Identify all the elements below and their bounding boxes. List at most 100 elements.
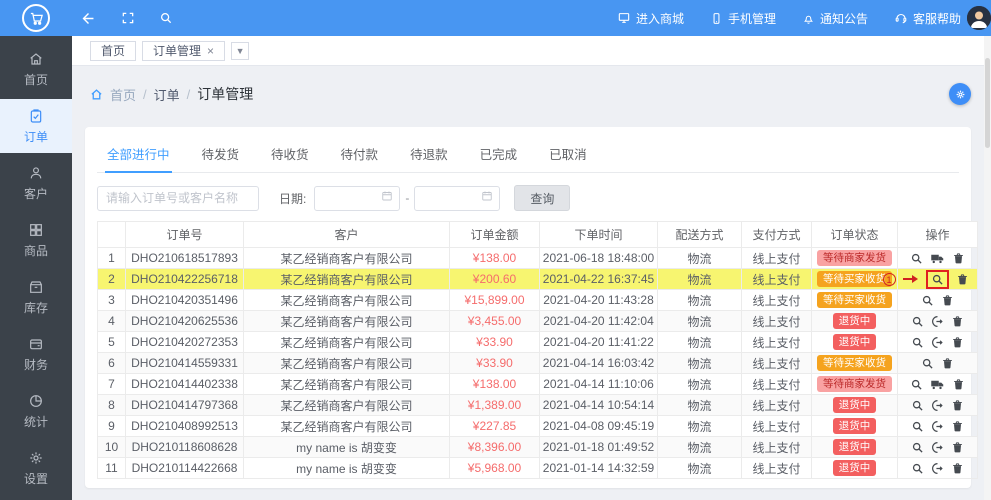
sidebar-item-label: 设置 [24,470,48,487]
delivery-method: 物流 [658,353,742,374]
sidebar-item-stats[interactable]: 统计 [0,384,72,438]
order-time: 2021-06-18 18:48:00 [540,248,658,269]
view-button-icon[interactable] [911,315,924,328]
table-row[interactable]: 6DHO210414559331某乙经销商客户有限公司¥33.902021-04… [98,353,978,374]
header-nav: 进入商城 手机管理 通知公告 客服帮助 [617,10,973,27]
customer-name: 某乙经销商客户有限公司 [244,269,450,290]
window-tab-label: 订单管理 [153,42,201,59]
customer-name: 某乙经销商客户有限公司 [244,311,450,332]
breadcrumb-home[interactable]: 首页 [110,85,136,104]
table-row[interactable]: 5DHO210420272353某乙经销商客户有限公司¥33.902021-04… [98,332,978,353]
status-cell: 退货中 [812,416,898,437]
sidebar-item-goods[interactable]: 商品 [0,213,72,267]
header-nav-shop[interactable]: 进入商城 [617,10,684,27]
return-button-icon[interactable] [931,315,944,328]
order-time: 2021-01-18 01:49:52 [540,437,658,458]
filter-tab-completed[interactable]: 已完成 [478,139,520,173]
column-header: 操作 [898,222,978,248]
ship-button-icon[interactable] [930,377,945,392]
payment-method: 线上支付 [742,269,812,290]
return-button-icon[interactable] [931,420,944,433]
table-row[interactable]: 7DHO210414402338某乙经销商客户有限公司¥138.002021-0… [98,374,978,395]
filter-tab-to-pay[interactable]: 待付款 [339,139,381,173]
payment-method: 线上支付 [742,248,812,269]
table-row[interactable]: 8DHO210414797368某乙经销商客户有限公司¥1,389.002021… [98,395,978,416]
delete-button-icon[interactable] [951,420,964,433]
delete-button-icon[interactable] [951,441,964,454]
return-button-icon[interactable] [931,462,944,475]
search-icon[interactable] [159,11,173,25]
delete-button-icon[interactable] [952,378,965,391]
view-button-icon[interactable] [911,462,924,475]
sidebar-item-home[interactable]: 首页 [0,42,72,96]
header-nav-phone[interactable]: 手机管理 [710,10,776,27]
delete-button-icon[interactable] [941,357,954,370]
filter-tab-to-receive[interactable]: 待收货 [269,139,311,173]
window-tab-order[interactable]: 订单管理 × [142,41,225,61]
table-row[interactable]: 11DHO210114422668my name is 胡变变¥5,968.00… [98,458,978,479]
table-row[interactable]: 10DHO210118608628my name is 胡变变¥8,396.00… [98,437,978,458]
query-button[interactable]: 查询 [514,185,570,211]
table-row[interactable]: 9DHO210408992513某乙经销商客户有限公司¥227.852021-0… [98,416,978,437]
delivery-method: 物流 [658,248,742,269]
filter-tab-to-ship[interactable]: 待发货 [200,139,242,173]
avatar[interactable] [967,6,991,30]
sidebar: 首页订单客户商品库存财务统计设置 [0,36,72,500]
tab-close-icon[interactable]: × [207,45,214,57]
ship-button-icon[interactable] [930,251,945,266]
breadcrumb-orders[interactable]: 订单 [154,85,180,104]
fullscreen-icon[interactable] [121,11,135,25]
breadcrumb: 首页 / 订单 / 订单管理 [72,66,991,104]
tab-dropdown-button[interactable]: ▼ [231,42,249,60]
sidebar-item-label: 订单 [24,128,48,145]
back-icon[interactable] [80,10,97,27]
view-button-icon[interactable] [931,273,944,286]
logo[interactable] [0,4,72,32]
return-button-icon[interactable] [931,441,944,454]
settings-icon [28,450,44,466]
quick-settings-button[interactable] [949,83,971,105]
sidebar-item-orders[interactable]: 订单 [0,99,72,153]
home-icon [28,51,44,67]
filter-tab-cancelled[interactable]: 已取消 [547,139,589,173]
delete-button-icon[interactable] [951,315,964,328]
table-row[interactable]: 3DHO210420351496某乙经销商客户有限公司¥15,899.00202… [98,290,978,311]
delete-button-icon[interactable] [951,399,964,412]
table-row[interactable]: 1DHO210618517893某乙经销商客户有限公司¥138.002021-0… [98,248,978,269]
top-header: 进入商城 手机管理 通知公告 客服帮助 [0,0,991,36]
delete-button-icon[interactable] [951,462,964,475]
header-nav-notice[interactable]: 通知公告 [802,10,868,27]
view-button-icon[interactable] [911,336,924,349]
sidebar-item-customers[interactable]: 客户 [0,156,72,210]
return-button-icon[interactable] [931,336,944,349]
view-button-icon[interactable] [921,294,934,307]
column-header: 订单号 [126,222,244,248]
search-input[interactable] [97,186,259,211]
view-button-icon[interactable] [910,252,923,265]
view-button-icon[interactable] [911,441,924,454]
sidebar-item-stock[interactable]: 库存 [0,270,72,324]
payment-method: 线上支付 [742,353,812,374]
view-button-icon[interactable] [911,420,924,433]
table-row[interactable]: 4DHO210420625536某乙经销商客户有限公司¥3,455.002021… [98,311,978,332]
header-nav-label: 手机管理 [728,10,776,27]
table-row[interactable]: 2DHO210422256718某乙经销商客户有限公司¥200.602021-0… [98,269,978,290]
scrollbar-thumb[interactable] [985,58,990,148]
delete-button-icon[interactable] [941,294,954,307]
payment-method: 线上支付 [742,416,812,437]
date-from-input[interactable] [314,186,400,211]
view-button-icon[interactable] [910,378,923,391]
sidebar-item-finance[interactable]: 财务 [0,327,72,381]
sidebar-item-settings[interactable]: 设置 [0,441,72,495]
return-button-icon[interactable] [931,399,944,412]
filter-tab-all[interactable]: 全部进行中 [105,139,172,173]
delete-button-icon[interactable] [952,252,965,265]
window-tab-home[interactable]: 首页 [90,41,136,61]
delete-button-icon[interactable] [951,336,964,349]
delete-button-icon[interactable] [956,273,969,286]
view-button-icon[interactable] [911,399,924,412]
view-button-icon[interactable] [921,357,934,370]
filter-tab-to-refund[interactable]: 待退款 [408,139,450,173]
date-to-input[interactable] [414,186,500,211]
header-nav-support[interactable]: 客服帮助 [894,10,961,27]
